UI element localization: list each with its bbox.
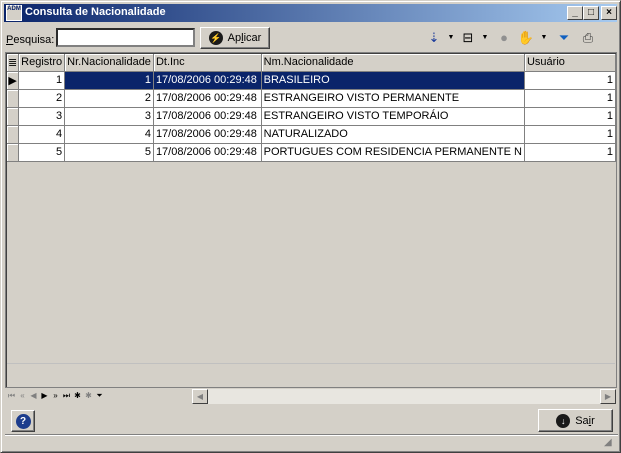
cell-registro[interactable]: 2 xyxy=(18,89,66,108)
prior-record-icon[interactable]: ◀ xyxy=(28,388,39,403)
resize-grip-icon[interactable]: ◢ xyxy=(604,437,616,449)
cell-nm[interactable]: PORTUGUES COM RESIDENCIA PERMANENTE N xyxy=(261,143,525,162)
hand-icon[interactable]: ✋ xyxy=(517,28,535,48)
cell-nr[interactable]: 1 xyxy=(64,71,154,90)
next-record-icon[interactable]: ▶ xyxy=(39,388,50,403)
cell-dt[interactable]: 17/08/2006 00:29:48 xyxy=(153,143,262,162)
cell-nm[interactable]: NATURALIZADO xyxy=(261,125,525,144)
last-record-icon[interactable]: ⏭ xyxy=(61,388,72,403)
cell-nr[interactable]: 5 xyxy=(64,143,154,162)
cell-nm[interactable]: ESTRANGEIRO VISTO PERMANENTE xyxy=(261,89,525,108)
cell-usuario[interactable]: 1 xyxy=(524,89,617,108)
cell-nm[interactable]: BRASILEIRO xyxy=(261,71,525,90)
search-toolbar: Pesquisa: ⚡ Aplicar ⇣ ▼ ⊟ ▼ ● ✋ ▼ ⏷ ⎙ xyxy=(1,26,620,50)
column-header-usuario[interactable]: Usuário xyxy=(524,54,617,72)
cell-usuario[interactable]: 1 xyxy=(524,143,617,162)
exit-button[interactable]: ↓ Sair xyxy=(538,409,613,432)
next-page-icon[interactable]: » xyxy=(50,388,61,403)
record-icon[interactable]: ● xyxy=(495,28,513,48)
column-header-registro[interactable]: Registro xyxy=(18,54,66,72)
status-bar: ◢ xyxy=(5,434,618,451)
exit-button-label: Sair xyxy=(575,414,595,427)
row-indicator-icon: ▶ xyxy=(7,71,20,90)
first-record-icon[interactable]: ⏮ xyxy=(6,388,17,403)
navigator-bar: ⏮ « ◀ ▶ » ⏭ ✱ ✱ ⏷ ◀ ▶ xyxy=(5,388,617,405)
cell-dt[interactable]: 17/08/2006 00:29:48 xyxy=(153,125,262,144)
row-indicator xyxy=(7,143,20,162)
prior-page-icon[interactable]: « xyxy=(17,388,28,403)
horizontal-scrollbar[interactable]: ◀ ▶ xyxy=(191,388,617,405)
maximize-button[interactable]: □ xyxy=(583,6,599,20)
cell-nr[interactable]: 3 xyxy=(64,107,154,126)
row-indicator xyxy=(7,125,20,144)
cell-registro[interactable]: 3 xyxy=(18,107,66,126)
apply-button[interactable]: ⚡ Aplicar xyxy=(200,27,270,49)
cell-registro[interactable]: 5 xyxy=(18,143,66,162)
filter-icon[interactable]: ⏷ xyxy=(555,28,573,48)
filter-record-icon[interactable]: ⏷ xyxy=(94,388,105,403)
cell-usuario[interactable]: 1 xyxy=(524,71,617,90)
cell-nm[interactable]: ESTRANGEIRO VISTO TEMPORÁIO xyxy=(261,107,525,126)
cell-dt[interactable]: 17/08/2006 00:29:48 xyxy=(153,71,262,90)
navigator-buttons: ⏮ « ◀ ▶ » ⏭ ✱ ✱ ⏷ xyxy=(6,388,105,405)
cell-dt[interactable]: 17/08/2006 00:29:48 xyxy=(153,89,262,108)
cell-usuario[interactable]: 1 xyxy=(524,107,617,126)
hand-dropdown-chevron-icon[interactable]: ▼ xyxy=(540,28,548,48)
insert-record-icon[interactable]: ✱ xyxy=(72,388,83,403)
help-icon: ? xyxy=(15,413,31,429)
row-indicator xyxy=(7,89,20,108)
table-row[interactable]: 4 4 17/08/2006 00:29:48 NATURALIZADO 1 xyxy=(7,125,617,144)
table-row[interactable]: ▶ 1 1 17/08/2006 00:29:48 BRASILEIRO 1 xyxy=(7,71,617,90)
title-bar[interactable]: ADM Consulta de Nacionalidade _ □ × xyxy=(4,4,617,22)
cell-nr[interactable]: 4 xyxy=(64,125,154,144)
column-header-nr-nacionalidade[interactable]: Nr.Nacionalidade xyxy=(64,54,154,72)
app-window: ADM Consulta de Nacionalidade _ □ × Pesq… xyxy=(0,0,621,453)
row-indicator xyxy=(7,107,20,126)
column-header-dt-inc[interactable]: Dt.Inc xyxy=(153,54,262,72)
app-icon: ADM xyxy=(6,5,22,21)
grid-table: ≣ Registro Nr.Nacionalidade Dt.Inc Nm.Na… xyxy=(7,54,617,162)
grid-header-row: ≣ Registro Nr.Nacionalidade Dt.Inc Nm.Na… xyxy=(7,54,617,72)
cell-usuario[interactable]: 1 xyxy=(524,125,617,144)
table-row[interactable]: 2 2 17/08/2006 00:29:48 ESTRANGEIRO VIST… xyxy=(7,89,617,108)
grid-footer-strip xyxy=(7,363,615,385)
apply-button-label: Aplicar xyxy=(227,32,262,44)
close-button[interactable]: × xyxy=(601,6,617,20)
print-icon[interactable]: ⎙ xyxy=(579,28,597,48)
cell-nr[interactable]: 2 xyxy=(64,89,154,108)
exit-arrow-icon: ↓ xyxy=(556,413,571,428)
search-label: Pesquisa: xyxy=(6,34,55,46)
search-input[interactable] xyxy=(56,28,195,47)
minimize-button[interactable]: _ xyxy=(567,6,583,20)
column-chooser-icon[interactable]: ≣ xyxy=(7,54,20,72)
layout-icon[interactable]: ⊟ xyxy=(459,28,477,48)
window-title: Consulta de Nacionalidade xyxy=(25,6,166,18)
lightning-icon: ⚡ xyxy=(208,31,223,45)
help-button[interactable]: ? xyxy=(11,410,35,432)
table-row[interactable]: 3 3 17/08/2006 00:29:48 ESTRANGEIRO VIST… xyxy=(7,107,617,126)
cell-registro[interactable]: 1 xyxy=(18,71,66,90)
data-grid: ≣ Registro Nr.Nacionalidade Dt.Inc Nm.Na… xyxy=(5,52,617,388)
sort-icon[interactable]: ⇣ xyxy=(425,28,443,48)
cell-dt[interactable]: 17/08/2006 00:29:48 xyxy=(153,107,262,126)
table-row[interactable]: 5 5 17/08/2006 00:29:48 PORTUGUES COM RE… xyxy=(7,143,617,162)
scroll-right-icon[interactable]: ▶ xyxy=(600,389,616,404)
column-header-nm-nacionalidade[interactable]: Nm.Nacionalidade xyxy=(261,54,525,72)
layout-dropdown-chevron-icon[interactable]: ▼ xyxy=(481,28,489,48)
scroll-left-icon[interactable]: ◀ xyxy=(192,389,208,404)
delete-record-icon[interactable]: ✱ xyxy=(83,388,94,403)
sort-dropdown-chevron-icon[interactable]: ▼ xyxy=(447,28,455,48)
cell-registro[interactable]: 4 xyxy=(18,125,66,144)
